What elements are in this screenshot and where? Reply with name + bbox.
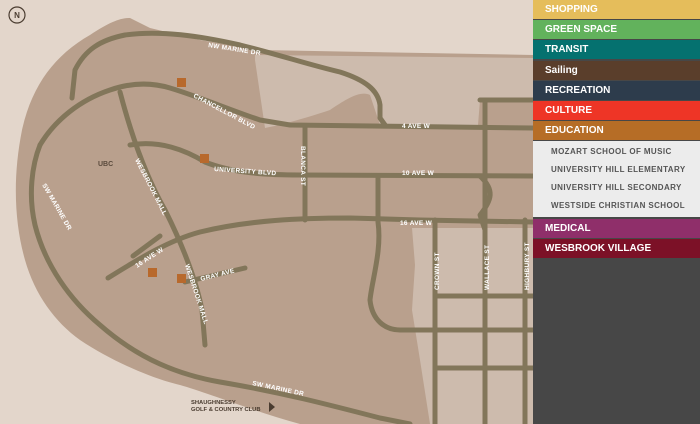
map-canvas[interactable]: N NW MARINE DR CHANCELLOR BLVD 4 AVE W U… xyxy=(0,0,533,424)
category-sidebar: SHOPPING GREEN SPACE TRANSIT Sailing REC… xyxy=(533,0,700,424)
neighbourhood-block-east xyxy=(412,228,533,424)
school-marker-university-hill-secondary[interactable] xyxy=(148,268,157,277)
road-label-highbury-st: HIGHBURY ST xyxy=(524,242,531,290)
school-marker-westside-christian[interactable] xyxy=(177,274,186,283)
golf-club-label-line2: GOLF & COUNTRY CLUB xyxy=(191,407,261,413)
category-culture[interactable]: CULTURE xyxy=(533,100,700,120)
category-sailing[interactable]: Sailing xyxy=(533,60,700,80)
category-shopping[interactable]: SHOPPING xyxy=(533,0,700,19)
education-item-university-hill-secondary[interactable]: UNIVERSITY HILL SECONDARY xyxy=(533,179,700,197)
school-marker-mozart[interactable] xyxy=(177,78,186,87)
compass-icon[interactable]: N xyxy=(8,6,26,24)
compass-label: N xyxy=(14,11,20,20)
road-label-wallace-st: WALLACE ST xyxy=(484,245,491,290)
place-label-ubc: UBC xyxy=(98,161,113,168)
road-label-crown-st: CROWN ST xyxy=(434,252,441,290)
map-area[interactable]: N NW MARINE DR CHANCELLOR BLVD 4 AVE W U… xyxy=(0,0,533,424)
road-label-10-ave-w: 10 AVE W xyxy=(402,170,435,177)
category-medical[interactable]: MEDICAL xyxy=(533,218,700,238)
school-marker-university-hill-elementary[interactable] xyxy=(200,154,209,163)
education-item-university-hill-elementary[interactable]: UNIVERSITY HILL ELEMENTARY xyxy=(533,161,700,179)
category-wesbrook-village[interactable]: WESBROOK VILLAGE xyxy=(533,238,700,258)
education-item-mozart-school[interactable]: MOZART SCHOOL OF MUSIC xyxy=(533,143,700,161)
education-list: MOZART SCHOOL OF MUSIC UNIVERSITY HILL E… xyxy=(533,141,700,218)
category-education[interactable]: EDUCATION xyxy=(533,121,700,141)
category-recreation[interactable]: RECREATION xyxy=(533,80,700,100)
education-item-westside-christian-school[interactable]: WESTSIDE CHRISTIAN SCHOOL xyxy=(533,197,700,215)
category-transit[interactable]: TRANSIT xyxy=(533,40,700,60)
road-label-16-ave-w-east: 16 AVE W xyxy=(400,220,433,227)
road-label-4-ave-w: 4 AVE W xyxy=(402,123,431,130)
category-green-space[interactable]: GREEN SPACE xyxy=(533,20,700,40)
road-label-blanca-st: BLANCA ST xyxy=(299,146,306,186)
golf-club-label-line1: SHAUGHNESSY xyxy=(191,400,236,406)
